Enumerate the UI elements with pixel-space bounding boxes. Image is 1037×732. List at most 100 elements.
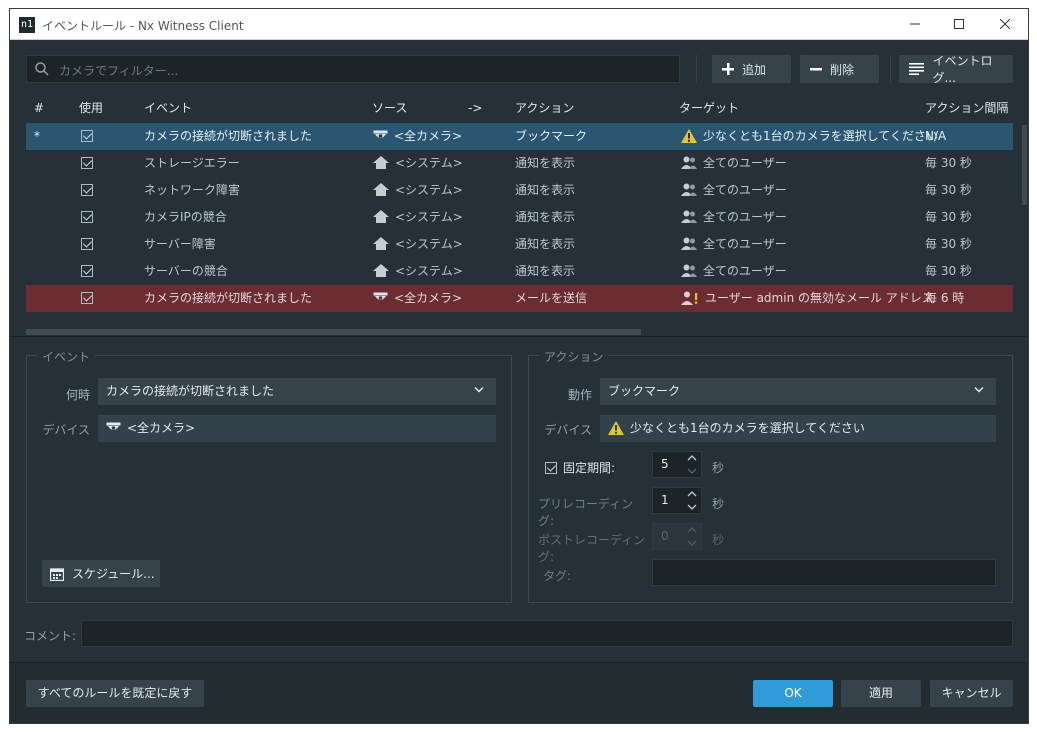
rules-table-body: * カメラの接続が切断されました <全カメラ> ブックマーク 少なくとも1台のカ… — [26, 123, 1013, 334]
row-target: ユーザー admin の無効なメール アドレス — [705, 291, 934, 305]
calendar-icon — [50, 567, 64, 581]
event-log-button[interactable]: イベントログ... — [899, 54, 1013, 85]
do-label: 動作 — [567, 388, 592, 402]
rules-table-header: # 使用 イベント ソース -> アクション ターゲット アクション間隔 — [26, 95, 1013, 123]
column-target[interactable]: ターゲット — [679, 95, 739, 122]
event-type-select[interactable]: カメラの接続が切断されました — [98, 378, 496, 405]
column-number[interactable]: # — [34, 95, 44, 122]
table-row[interactable]: ストレージエラー <システム> 通知を表示 全てのユーザー 毎 30 秒 — [26, 150, 1013, 177]
enabled-checkbox[interactable] — [81, 265, 93, 277]
ok-button[interactable]: OK — [753, 680, 833, 707]
users-icon — [681, 156, 697, 169]
scrollbar-thumb[interactable] — [26, 329, 641, 335]
maximize-button[interactable] — [936, 9, 982, 39]
enabled-checkbox[interactable] — [81, 238, 93, 250]
table-row[interactable]: * カメラの接続が切断されました <全カメラ> ブックマーク 少なくとも1台のカ… — [26, 123, 1013, 150]
row-source: <全カメラ> — [394, 291, 463, 305]
schedule-label: スケジュール... — [72, 567, 155, 581]
camera-icon — [373, 292, 388, 300]
row-event: サーバー障害 — [144, 237, 216, 251]
table-row[interactable]: サーバー障害 <システム> 通知を表示 全てのユーザー 毎 30 秒 — [26, 231, 1013, 258]
table-row[interactable]: サーバーの競合 <システム> 通知を表示 全てのユーザー 毎 30 秒 — [26, 258, 1013, 285]
apply-button[interactable]: 適用 — [841, 680, 921, 707]
event-type-value: カメラの接続が切断されました — [106, 384, 275, 398]
event-log-label: イベントログ... — [932, 54, 993, 85]
column-source[interactable]: ソース — [372, 95, 407, 122]
row-target: 全てのユーザー — [703, 264, 787, 278]
fixed-duration-checkbox[interactable]: 固定期間: — [545, 459, 615, 476]
row-interval: 毎 6 時 — [925, 291, 965, 305]
column-event[interactable]: イベント — [144, 95, 192, 122]
users-icon — [681, 237, 697, 250]
post-recording-spinbox[interactable]: 0 — [652, 523, 702, 550]
users-icon — [681, 210, 697, 223]
chevron-down-icon — [974, 386, 984, 393]
event-device-label: デバイス — [42, 423, 90, 437]
row-event: ネットワーク障害 — [144, 183, 241, 197]
fixed-duration-unit: 秒 — [712, 461, 725, 475]
table-row[interactable]: カメラIPの競合 <システム> 通知を表示 全てのユーザー 毎 30 秒 — [26, 204, 1013, 231]
camera-icon — [106, 422, 121, 430]
table-vertical-scrollbar[interactable] — [1021, 123, 1028, 334]
column-action[interactable]: アクション — [515, 95, 574, 122]
minimize-button[interactable] — [892, 9, 938, 39]
row-interval: N/A — [925, 129, 947, 143]
row-interval: 毎 30 秒 — [925, 264, 972, 278]
delete-rule-button[interactable]: 削除 — [800, 55, 879, 83]
scrollbar-thumb[interactable] — [1022, 125, 1027, 205]
enabled-checkbox[interactable] — [81, 211, 93, 223]
reset-rules-button[interactable]: すべてのルールを既定に戻す — [26, 680, 204, 707]
window-title: イベントルール - Nx Witness Client — [42, 19, 244, 33]
fixed-duration-check[interactable] — [545, 461, 557, 474]
spin-arrows-icon[interactable] — [686, 489, 698, 512]
event-rules-window: n1 イベントルール - Nx Witness Client カメラでフィルター… — [9, 8, 1029, 724]
action-type-select[interactable]: ブックマーク — [600, 378, 996, 405]
fixed-duration-label: 固定期間: — [563, 461, 616, 475]
tags-input[interactable] — [652, 559, 996, 586]
pre-recording-spinbox[interactable]: 1 — [652, 487, 702, 514]
event-device-field[interactable]: <全カメラ> — [98, 415, 496, 442]
chevron-down-icon — [474, 386, 484, 393]
row-event: カメラの接続が切断されました — [144, 129, 313, 143]
action-device-field[interactable]: 少なくとも1台のカメラを選択してください — [600, 415, 996, 442]
delete-rule-label: 削除 — [830, 62, 855, 77]
row-source: <システム> — [395, 264, 463, 278]
tags-label: タグ: — [543, 569, 572, 583]
enabled-checkbox[interactable] — [81, 157, 93, 169]
row-event: カメラIPの競合 — [144, 210, 227, 224]
users-icon — [681, 183, 697, 196]
spin-arrows-icon[interactable] — [686, 453, 698, 476]
pre-recording-label: プリレコーディング: — [538, 497, 634, 528]
column-interval[interactable]: アクション間隔 — [925, 95, 1008, 122]
spin-arrows-icon[interactable] — [686, 525, 698, 548]
row-interval: 毎 30 秒 — [925, 237, 972, 251]
house-icon — [373, 210, 389, 223]
post-recording-unit: 秒 — [712, 533, 725, 547]
schedule-button[interactable]: スケジュール... — [42, 560, 160, 587]
when-label: 何時 — [65, 388, 90, 402]
close-window-button[interactable] — [982, 9, 1028, 39]
table-horizontal-scrollbar[interactable] — [26, 328, 1013, 336]
camera-icon — [373, 130, 388, 138]
camera-filter-input[interactable]: カメラでフィルター... — [26, 55, 680, 83]
table-row[interactable]: カメラの接続が切断されました <全カメラ> メールを送信 ユーザー admin … — [26, 285, 1013, 312]
add-rule-button[interactable]: 追加 — [712, 55, 791, 83]
event-panel-title: イベント — [37, 348, 96, 365]
cancel-button[interactable]: キャンセル — [930, 680, 1013, 707]
table-row[interactable]: ネットワーク障害 <システム> 通知を表示 全てのユーザー 毎 30 秒 — [26, 177, 1013, 204]
splitter[interactable] — [10, 336, 1028, 337]
fixed-duration-value: 5 — [661, 457, 669, 471]
enabled-checkbox[interactable] — [81, 184, 93, 196]
row-target: 全てのユーザー — [703, 156, 787, 170]
comment-input[interactable] — [81, 620, 1013, 647]
post-recording-label: ポストレコーディング: — [538, 533, 646, 564]
filter-placeholder: カメラでフィルター... — [59, 64, 179, 78]
house-icon — [373, 237, 389, 250]
row-action: 通知を表示 — [515, 156, 576, 170]
enabled-checkbox[interactable] — [81, 292, 93, 304]
enabled-checkbox[interactable] — [81, 130, 93, 142]
column-enabled[interactable]: 使用 — [79, 95, 103, 122]
fixed-duration-spinbox[interactable]: 5 — [652, 451, 702, 478]
row-source: <システム> — [395, 210, 463, 224]
action-type-value: ブックマーク — [608, 384, 681, 398]
